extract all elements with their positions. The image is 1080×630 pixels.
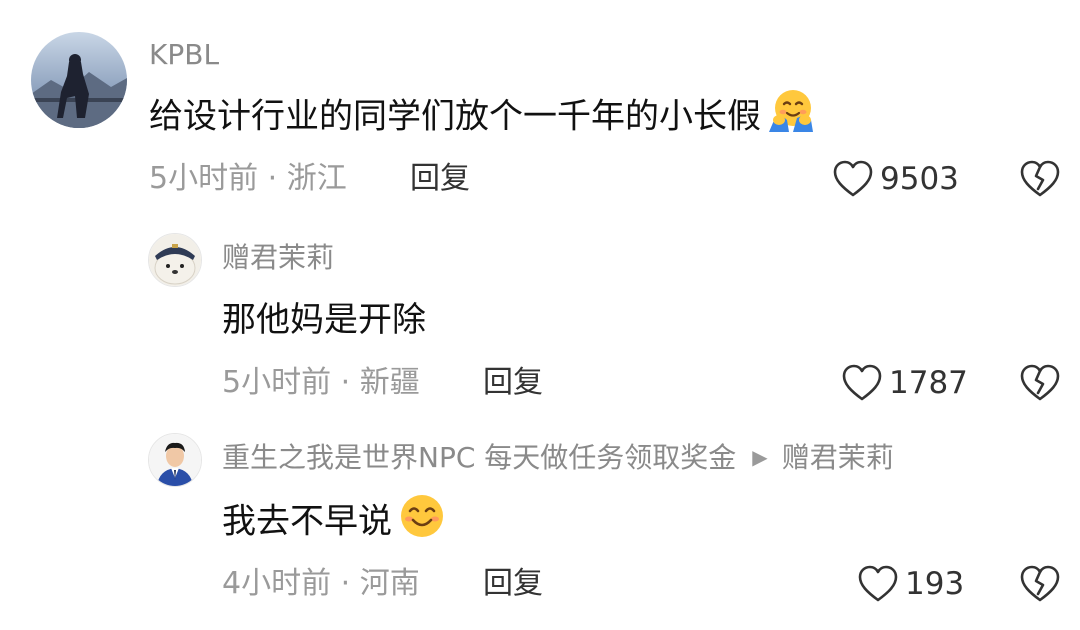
avatar[interactable]	[148, 233, 202, 287]
timestamp: 5小时前	[149, 161, 259, 196]
reply-to-username[interactable]: 赠君茉莉	[782, 441, 894, 474]
username[interactable]: KPBL	[149, 41, 219, 69]
location: 浙江	[286, 161, 347, 196]
broken-heart-icon	[1020, 364, 1060, 401]
broken-heart-icon	[1020, 160, 1060, 197]
comment-text: 那他妈是开除	[222, 300, 426, 340]
timestamp: 4小时前	[222, 566, 332, 601]
like-button[interactable]: 9503	[832, 159, 959, 199]
reply-button[interactable]: 回复	[410, 164, 470, 194]
comment-meta: 5小时前 · 新疆	[222, 368, 420, 398]
comment-text: 给设计行业的同学们放个一千年的小长假	[149, 90, 815, 140]
dislike-button[interactable]	[1019, 363, 1061, 407]
avatar[interactable]	[31, 32, 127, 128]
dislike-button[interactable]	[1019, 564, 1061, 608]
smiling-face-emoji-icon	[398, 492, 446, 546]
heart-icon	[833, 160, 873, 197]
meta-separator: ·	[340, 365, 351, 400]
like-count: 1787	[889, 364, 968, 401]
comment-body: 给设计行业的同学们放个一千年的小长假	[149, 96, 761, 137]
hugging-face-emoji-icon	[767, 86, 815, 140]
dislike-button[interactable]	[1019, 159, 1061, 203]
reply-arrow-icon: ▶	[752, 445, 768, 469]
timestamp: 5小时前	[222, 365, 332, 400]
comment-meta: 5小时前 · 浙江	[149, 164, 347, 194]
like-count: 9503	[880, 160, 959, 197]
like-button[interactable]: 193	[857, 564, 964, 604]
comment-body: 我去不早说	[222, 501, 392, 542]
broken-heart-icon	[1020, 565, 1060, 602]
location: 河南	[359, 566, 420, 601]
heart-icon	[842, 364, 882, 401]
meta-separator: ·	[340, 566, 351, 601]
reply-button[interactable]: 回复	[483, 569, 543, 599]
username-line: 重生之我是世界NPC 每天做任务领取奖金 ▶ 赠君茉莉	[222, 444, 894, 472]
comment-meta: 4小时前 · 河南	[222, 569, 420, 599]
username[interactable]: 赠君茉莉	[222, 244, 334, 272]
like-button[interactable]: 1787	[841, 363, 968, 403]
location: 新疆	[359, 365, 420, 400]
heart-icon	[858, 565, 898, 602]
reply-button[interactable]: 回复	[483, 368, 543, 398]
avatar[interactable]	[148, 433, 202, 487]
comment-text: 我去不早说	[222, 495, 446, 546]
username[interactable]: 重生之我是世界NPC 每天做任务领取奖金	[222, 441, 736, 474]
meta-separator: ·	[267, 161, 278, 196]
like-count: 193	[905, 565, 965, 602]
